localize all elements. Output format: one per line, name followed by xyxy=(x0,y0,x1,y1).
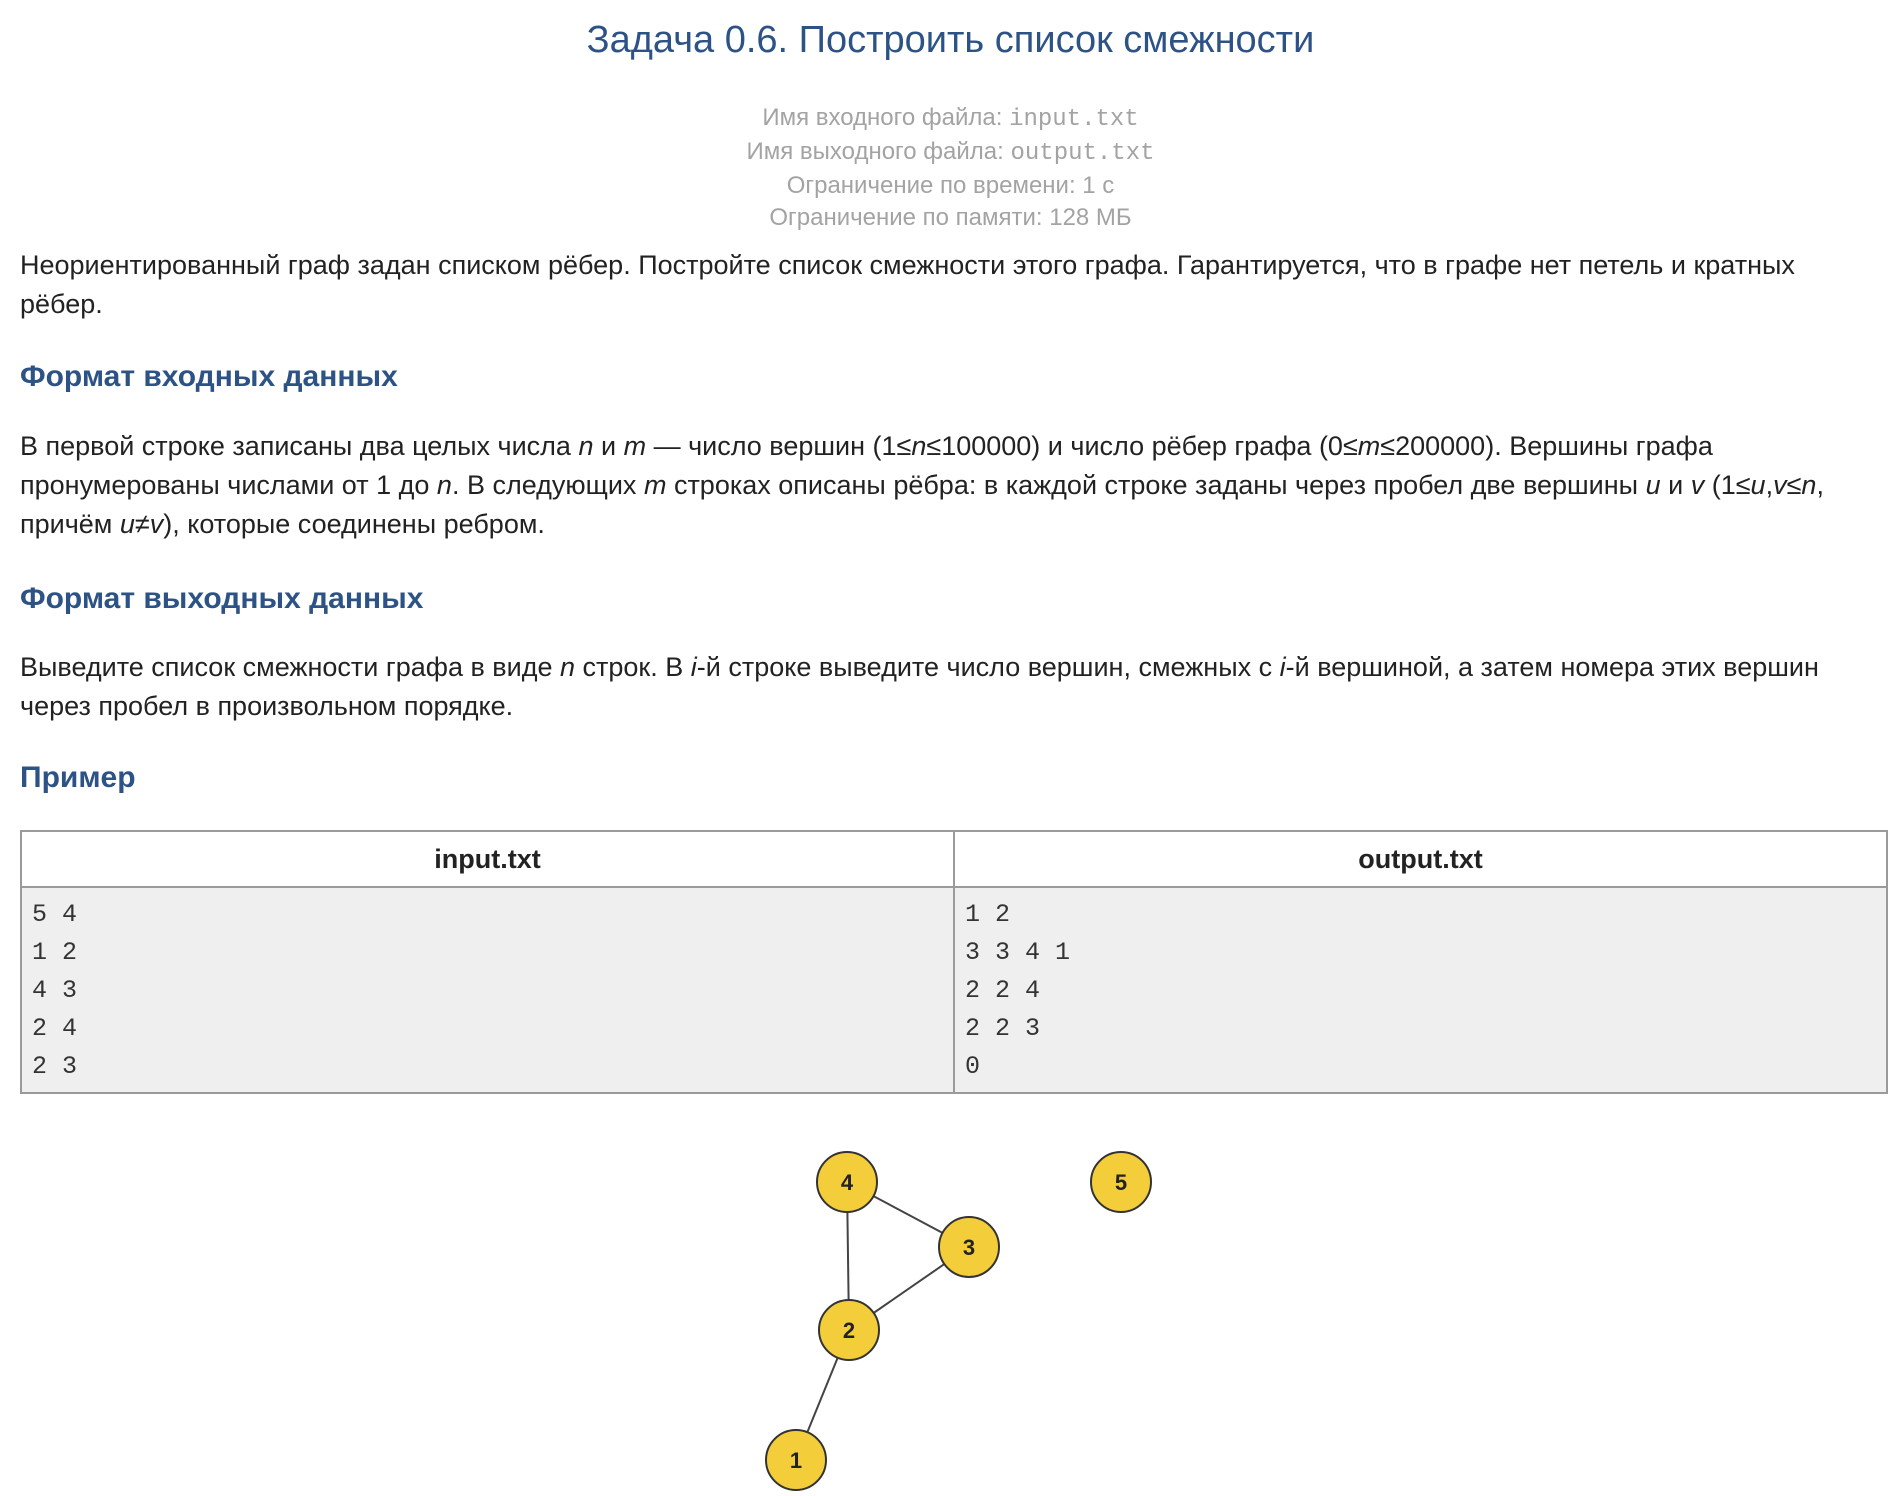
example-graph: 1 2 3 4 5 xyxy=(765,1151,1152,1491)
graph-node-label-4: 4 xyxy=(841,1170,854,1195)
graph-node-label-3: 3 xyxy=(963,1235,975,1260)
graph-node-label-1: 1 xyxy=(790,1448,802,1473)
graph-node-label-2: 2 xyxy=(843,1318,855,1343)
graph-node-label-5: 5 xyxy=(1115,1170,1127,1195)
